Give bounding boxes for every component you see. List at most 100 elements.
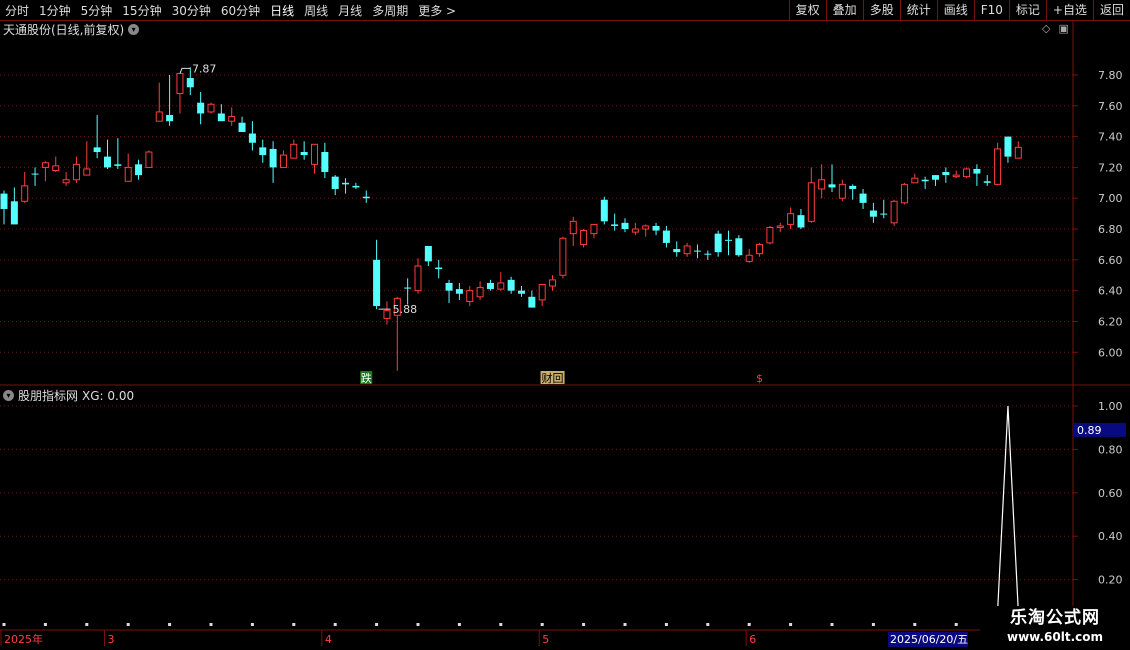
candle-body [104,156,111,168]
candle-body [362,196,370,199]
zero-line-dot [789,623,793,626]
candle-body [114,164,122,166]
candle-body [518,290,525,294]
candle-body [952,174,960,178]
candle-body [631,228,639,233]
zero-line-dot [416,623,420,626]
candle-body [569,220,577,235]
candle-body [414,265,422,292]
indicator-tick-label: 0.40 [1098,530,1123,543]
candle-body [766,226,774,244]
candle-body [83,168,91,176]
zero-line-dot [2,623,6,626]
candle-body [248,133,256,143]
candle-body [486,282,494,290]
price-tick-label: 6.00 [1098,346,1123,359]
candle-body [621,222,629,230]
xg-signal-line [996,405,1020,625]
event-marker: 跌 [361,371,372,385]
candle-body [745,254,753,262]
price-tick-label: 6.20 [1098,315,1123,328]
candle-body [528,296,536,308]
price-tick-label: 7.00 [1098,192,1123,205]
candle-body [352,185,360,188]
price-tick-label: 7.60 [1098,100,1123,113]
candle-body [704,253,712,255]
date-label: 2025年 [4,632,43,646]
zero-line-dot [457,623,461,626]
price-tick-label: 7.20 [1098,161,1123,174]
candle-body [818,179,826,190]
candle-body [580,230,588,245]
date-label: 3 [108,633,115,646]
candle-body [52,165,60,171]
candle-body [662,230,670,243]
price-tick-label: 6.80 [1098,223,1123,236]
candle-body [963,168,971,178]
candle-body [838,183,846,199]
zero-line-dot [623,623,627,626]
candle-body [900,183,908,204]
candle-body [72,163,80,181]
event-marker: 财回 [542,371,564,385]
candle-body [166,115,174,122]
zero-line-dot [706,623,710,626]
candle-body [228,116,236,122]
price-tick-label: 7.40 [1098,131,1123,144]
candle-body [869,210,877,217]
candle-body [290,143,298,159]
candle-body [859,193,867,203]
zero-line-dot [540,623,544,626]
candle-body [600,199,608,222]
candle-body [373,259,381,307]
candle-body [21,185,29,202]
zero-line-dot [126,623,130,626]
candle-body [10,201,18,225]
candle-body [735,238,743,256]
candle-body [93,147,101,152]
candle-body [549,279,557,287]
candle-body [921,179,929,182]
indicator-tick-label: 0.80 [1098,443,1123,456]
candle-body [787,213,795,225]
candle-body [590,223,598,235]
candle-body [424,245,432,262]
candle-body [331,176,339,189]
high-annotation-label: 7.87 [192,62,217,75]
candle-body [890,200,898,224]
zero-line-dot [168,623,172,626]
candle-body [300,152,308,156]
indicator-tick-label: 0.60 [1098,487,1123,500]
chart-canvas[interactable]: 7.80 7.60 7.40 7.20 7.00 6.80 6.60 6.40 6.20 6.00… [0,0,1130,650]
site-logo: 乐淘公式网 www.60lt.com [980,606,1130,650]
candle-body [186,78,194,88]
candle-body [155,111,163,122]
candle-body [849,185,857,189]
candle-body [383,310,391,319]
zero-line-dot [954,623,958,626]
candle-body [642,225,650,230]
candle-body [176,72,184,94]
candle-body [611,224,619,226]
date-label: 6 [749,633,756,646]
zero-line-dot [333,623,337,626]
high-annotation-line [179,67,190,74]
candle-body [259,147,267,156]
candle-body [673,249,681,253]
candle-body [973,168,981,174]
candle-body [435,267,443,270]
candle-body [62,179,70,184]
candle-body [559,237,567,276]
candle-body [217,113,225,122]
candle-body [124,166,132,182]
candle-body [652,225,660,231]
candle-body [197,102,205,114]
low-annotation-label: 5.88 [393,303,418,316]
zero-line-dot [747,623,751,626]
candle-body [342,182,350,185]
zero-line-dot [499,623,503,626]
candle-body [404,287,412,289]
candle-body [994,148,1002,185]
zero-line-dot [913,623,917,626]
candle-body [31,173,39,175]
